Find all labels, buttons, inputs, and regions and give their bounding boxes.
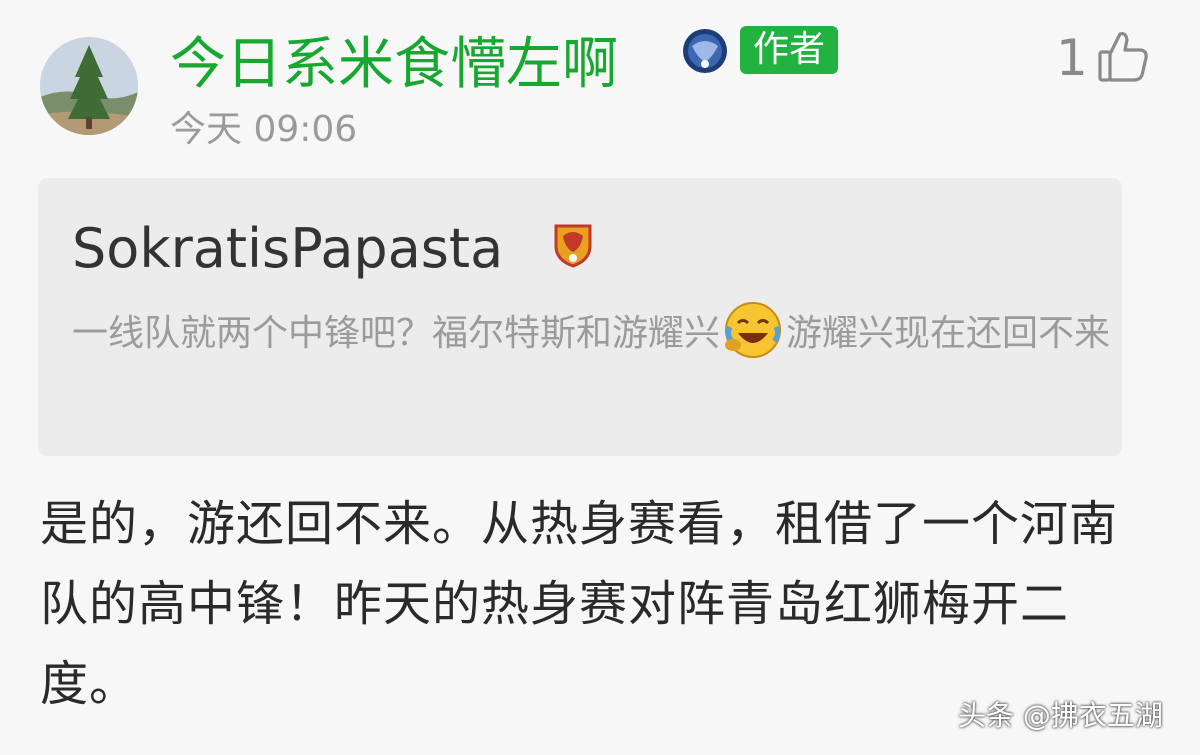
quoted-text-part1: 一线队就两个中锋吧？福尔特斯和游耀兴 bbox=[72, 313, 721, 354]
watermark: 头条 @拂衣五湖 bbox=[958, 699, 1163, 732]
club-badge-icon bbox=[682, 28, 728, 74]
avatar[interactable] bbox=[40, 37, 138, 135]
quoted-username[interactable]: SokratisPapasta bbox=[72, 215, 503, 283]
quoted-text-part2: 游耀兴现在还回不来 bbox=[786, 313, 1111, 354]
like-count: 1 bbox=[1056, 29, 1088, 87]
laughing-crying-emoji-icon bbox=[724, 301, 782, 359]
quoted-text: 一线队就两个中锋吧？福尔特斯和游耀兴 游耀兴现在还回不来 bbox=[72, 298, 1112, 370]
username[interactable]: 今日系米食懵左啊 bbox=[170, 30, 618, 100]
timestamp: 今天 09:06 bbox=[170, 109, 358, 150]
author-tag-badge: 作者 bbox=[740, 26, 838, 74]
club-badge-icon bbox=[553, 222, 593, 268]
reply-text: 是的，游还回不来。从热身赛看，租借了一个河南队的高中锋！昨天的热身赛对阵青岛红狮… bbox=[40, 496, 1119, 712]
thumbs-up-icon[interactable] bbox=[1096, 28, 1150, 84]
